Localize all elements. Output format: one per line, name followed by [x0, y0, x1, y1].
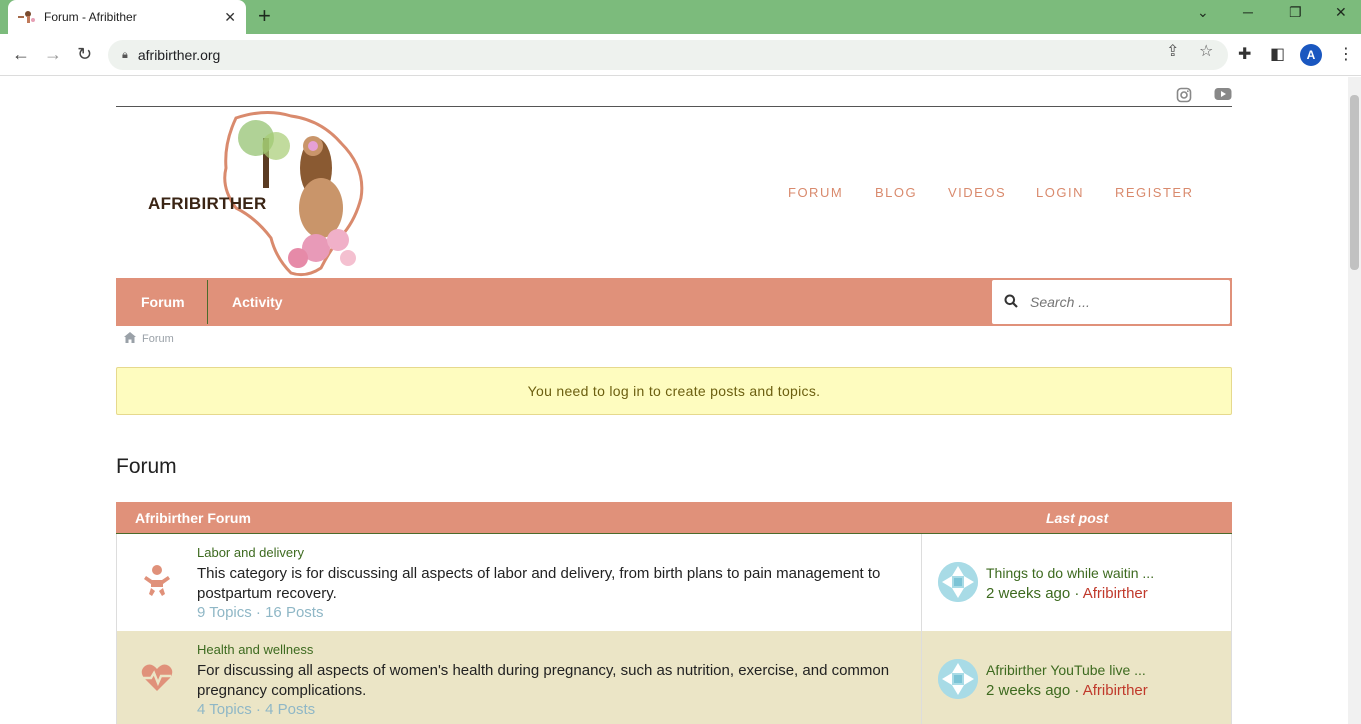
baby-icon	[141, 564, 173, 598]
forum-table: Afribirther Forum Last post Labor and de…	[116, 502, 1232, 724]
close-window-icon[interactable]: ✕	[1335, 4, 1347, 21]
nav-blog[interactable]: BLOG	[875, 185, 917, 200]
forum-name[interactable]: Health and wellness	[197, 642, 313, 657]
browser-toolbar: ← → ↻ 🔒︎ afribirther.org ⇪ ☆	[0, 34, 1361, 76]
subnav-activity[interactable]: Activity	[232, 278, 283, 326]
bookmark-star-icon[interactable]: ☆	[1199, 41, 1213, 61]
forward-arrow-icon[interactable]: →	[44, 44, 62, 64]
nav-register[interactable]: REGISTER	[1115, 185, 1193, 200]
tab-title: Forum - Afribither	[44, 10, 137, 24]
forum-row[interactable]: Labor and delivery This category is for …	[116, 534, 1232, 631]
new-tab-button[interactable]: +	[258, 5, 271, 27]
breadcrumb-forum[interactable]: Forum	[142, 333, 174, 345]
nav-videos[interactable]: VIDEOS	[948, 185, 1006, 200]
last-post-avatar[interactable]	[938, 562, 978, 602]
tab-close-icon[interactable]: ✕	[224, 9, 236, 26]
extensions-puzzle-icon[interactable]: ✚	[1238, 44, 1251, 64]
logo-text: AFRIBIRTHER	[148, 194, 267, 213]
home-icon[interactable]	[124, 332, 136, 346]
nav-login[interactable]: LOGIN	[1036, 185, 1084, 200]
forum-description: For discussing all aspects of women's he…	[197, 662, 890, 699]
scrollbar-thumb[interactable]	[1350, 95, 1359, 270]
breadcrumb: Forum	[124, 332, 174, 346]
header-last-post: Last post	[1046, 510, 1109, 526]
column-divider	[921, 631, 922, 724]
last-post-info: 2 weeks ago · Afribirther	[986, 682, 1148, 699]
youtube-icon[interactable]	[1214, 87, 1232, 105]
last-post-title[interactable]: Afribirther YouTube live ...	[986, 662, 1146, 678]
forum-name[interactable]: Labor and delivery	[197, 545, 304, 560]
header-divider	[116, 106, 1232, 107]
search-icon[interactable]	[1004, 294, 1018, 311]
side-panel-icon[interactable]: ◧	[1270, 44, 1285, 64]
heartbeat-icon	[141, 661, 173, 695]
minimize-icon[interactable]: ─	[1243, 4, 1253, 20]
last-post-time[interactable]: 2 weeks ago	[986, 585, 1070, 602]
page-title: Forum	[116, 455, 177, 478]
browser-tab-bar: Forum - Afribither ✕ + ⌄ ─ ❐ ✕	[0, 0, 1361, 34]
instagram-icon[interactable]	[1176, 87, 1192, 107]
url-text: afribirther.org	[137, 47, 221, 63]
back-arrow-icon[interactable]: ←	[12, 44, 30, 64]
profile-avatar[interactable]: A	[1300, 44, 1322, 66]
restore-icon[interactable]: ❐	[1289, 4, 1302, 21]
last-post-title[interactable]: Things to do while waitin ...	[986, 565, 1154, 581]
forum-table-header: Afribirther Forum Last post	[116, 502, 1232, 534]
forum-search[interactable]	[992, 280, 1230, 324]
subnav-divider	[207, 280, 208, 324]
login-notice: You need to log in to create posts and t…	[116, 367, 1232, 415]
header-forum-name: Afribirther Forum	[135, 510, 251, 526]
last-post-avatar[interactable]	[938, 659, 978, 699]
share-icon[interactable]: ⇪	[1166, 41, 1179, 61]
forum-subnav: Forum Activity	[116, 278, 1232, 326]
last-post-separator: ·	[1070, 585, 1083, 602]
column-divider	[921, 534, 922, 631]
reload-icon[interactable]: ↻	[77, 44, 92, 64]
last-post-user[interactable]: Afribirther	[1083, 682, 1148, 699]
nav-forum[interactable]: FORUM	[788, 185, 843, 200]
last-post-time[interactable]: 2 weeks ago	[986, 682, 1070, 699]
forum-description: This category is for discussing all aspe…	[197, 565, 881, 602]
logo-illustration	[223, 111, 364, 277]
browser-tab[interactable]: Forum - Afribither ✕	[8, 0, 246, 34]
forum-stats: 9 Topics · 16 Posts	[197, 604, 324, 621]
lock-icon: 🔒︎	[122, 48, 128, 61]
last-post-user[interactable]: Afribirther	[1083, 585, 1148, 602]
forum-stats: 4 Topics · 4 Posts	[197, 701, 316, 718]
browser-menu-icon[interactable]: ⋮	[1338, 44, 1354, 64]
last-post-info: 2 weeks ago · Afribirther	[986, 585, 1148, 602]
last-post-separator: ·	[1070, 682, 1083, 699]
site-logo[interactable]: AFRIBIRTHER	[116, 108, 378, 278]
tab-search-chevron-icon[interactable]: ⌄	[1197, 4, 1209, 21]
page-scrollbar[interactable]	[1348, 77, 1361, 724]
subnav-forum[interactable]: Forum	[141, 278, 185, 326]
forum-row[interactable]: Health and wellness For discussing all a…	[116, 631, 1232, 724]
search-input[interactable]	[1030, 294, 1210, 310]
site-favicon-icon	[18, 10, 36, 24]
address-bar[interactable]: 🔒︎ afribirther.org	[108, 40, 1228, 70]
